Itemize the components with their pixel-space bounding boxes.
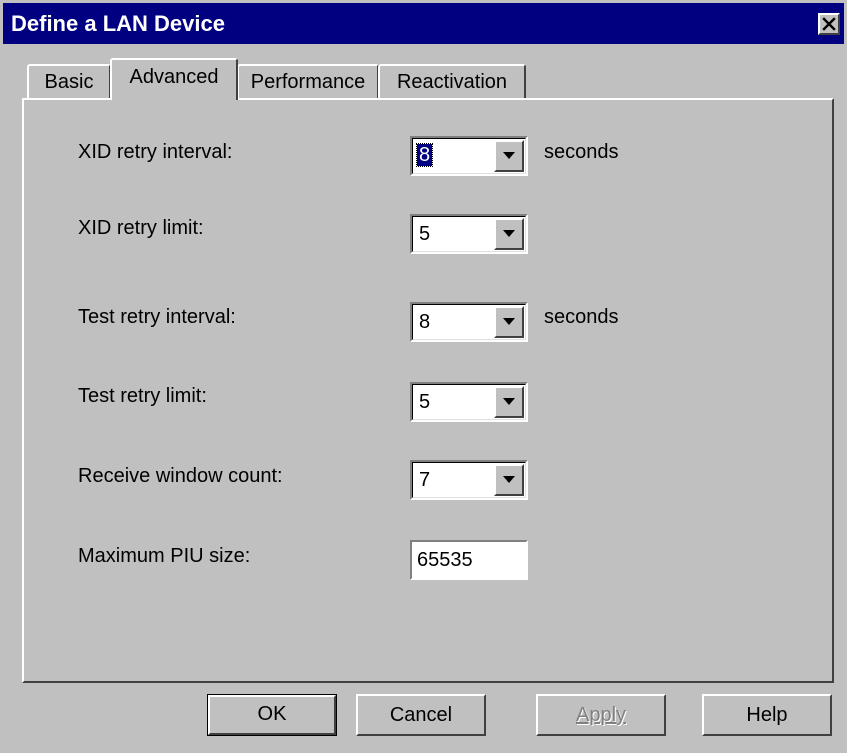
apply-button-label: Apply [575, 704, 627, 726]
ok-button[interactable]: OK [207, 694, 337, 736]
xid-retry-interval-label: XID retry interval: [78, 141, 233, 163]
xid-retry-interval-dropdown[interactable]: 8 [410, 136, 528, 176]
ok-button-label: OK [257, 703, 287, 725]
xid-retry-limit-dropdown-button[interactable] [494, 218, 524, 250]
test-retry-limit-value: 5 [419, 391, 431, 413]
tab-reactivation-label: Reactivation [396, 71, 508, 93]
help-button-label: Help [746, 704, 788, 726]
xid-retry-limit-value: 5 [419, 223, 431, 245]
receive-window-count-dropdown-button[interactable] [494, 464, 524, 496]
tab-panel-advanced: XID retry interval: 8 seconds XID retry … [22, 98, 834, 683]
xid-retry-interval-unit: seconds [544, 141, 619, 163]
tab-performance[interactable]: Performance [237, 64, 379, 100]
window-title: Define a LAN Device [11, 11, 225, 36]
maximum-piu-size-value: 65535 [417, 549, 473, 571]
dialog-window: Define a LAN Device Basic Advanced Perfo… [0, 0, 847, 753]
close-button[interactable] [818, 13, 840, 35]
test-retry-limit-dropdown-button[interactable] [494, 386, 524, 418]
tab-basic-label: Basic [44, 71, 94, 93]
test-retry-interval-dropdown-button[interactable] [494, 306, 524, 338]
xid-retry-limit-dropdown[interactable]: 5 [410, 214, 528, 254]
help-button[interactable]: Help [702, 694, 832, 736]
receive-window-count-value: 7 [419, 469, 431, 491]
chevron-down-icon [503, 471, 515, 489]
maximum-piu-size-input[interactable]: 65535 [410, 540, 528, 580]
test-retry-interval-label: Test retry interval: [78, 306, 236, 328]
chevron-down-icon [503, 225, 515, 243]
tab-performance-label: Performance [250, 71, 366, 93]
chevron-down-icon [503, 147, 515, 165]
maximum-piu-size-label: Maximum PIU size: [78, 545, 251, 567]
apply-button[interactable]: Apply [536, 694, 666, 736]
cancel-button-label: Cancel [389, 704, 453, 726]
test-retry-interval-value: 8 [419, 311, 431, 333]
title-bar[interactable]: Define a LAN Device [3, 3, 844, 44]
tab-advanced[interactable]: Advanced [110, 58, 238, 100]
tab-basic[interactable]: Basic [27, 64, 111, 100]
tab-advanced-label: Advanced [129, 66, 219, 88]
test-retry-limit-dropdown[interactable]: 5 [410, 382, 528, 422]
chevron-down-icon [503, 393, 515, 411]
test-retry-interval-unit: seconds [544, 306, 619, 328]
receive-window-count-label: Receive window count: [78, 465, 283, 487]
xid-retry-limit-label: XID retry limit: [78, 217, 204, 239]
test-retry-limit-label: Test retry limit: [78, 385, 207, 407]
chevron-down-icon [503, 313, 515, 331]
xid-retry-interval-value: 8 [415, 143, 434, 167]
xid-retry-interval-dropdown-button[interactable] [494, 140, 524, 172]
cancel-button[interactable]: Cancel [356, 694, 486, 736]
receive-window-count-dropdown[interactable]: 7 [410, 460, 528, 500]
test-retry-interval-dropdown[interactable]: 8 [410, 302, 528, 342]
tab-reactivation[interactable]: Reactivation [378, 64, 526, 100]
close-icon [822, 17, 836, 31]
